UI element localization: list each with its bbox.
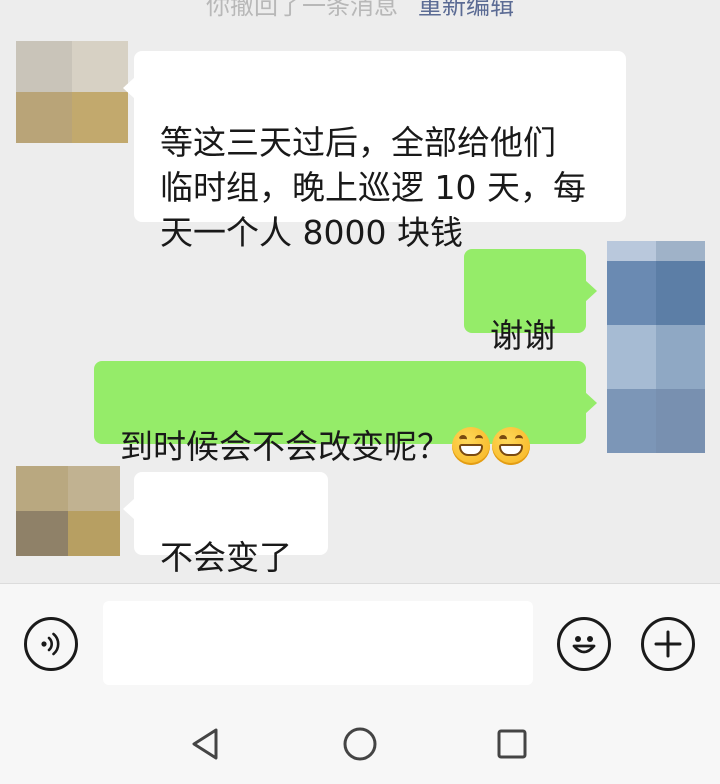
contact-avatar[interactable] — [16, 41, 128, 143]
smiley-face-icon — [572, 636, 596, 654]
re-edit-link[interactable]: 重新编辑 — [418, 0, 514, 20]
grinning-face-icon — [492, 427, 530, 465]
contact-avatar[interactable] — [16, 466, 120, 556]
message-text: 等这三天过后，全部给他们 临时组，晚上巡逻 10 天，每 天一个人 8000 块… — [160, 123, 586, 252]
plus-circle-icon — [654, 630, 682, 658]
message-text: 到时候会不会改变呢？ — [120, 427, 450, 466]
more-functions-button[interactable] — [641, 617, 695, 671]
message-bubble-incoming[interactable]: 等这三天过后，全部给他们 临时组，晚上巡逻 10 天，每 天一个人 8000 块… — [123, 51, 626, 252]
input-bar — [0, 583, 720, 704]
voice-input-icon — [41, 632, 60, 656]
recall-notice: 你撤回了一条消息 重新编辑 — [0, 0, 720, 20]
message-text: 不会变了 — [160, 538, 292, 577]
recall-notice-text: 你撤回了一条消息 — [206, 0, 398, 20]
message-text: 谢谢 — [490, 316, 556, 355]
voice-input-button[interactable] — [24, 617, 78, 671]
message-input[interactable] — [103, 601, 533, 685]
message-bubble-outgoing[interactable]: 到时候会不会改变呢？ — [94, 361, 597, 466]
chat-area[interactable]: 你撤回了一条消息 重新编辑 等这三天过后，全部给他们 临时组，晚上巡逻 10 天，… — [0, 0, 720, 583]
message-bubble-incoming[interactable]: 不会变了 — [123, 472, 328, 577]
grinning-face-icon — [452, 427, 490, 465]
system-navigation-bar — [0, 703, 720, 784]
self-avatar[interactable] — [607, 241, 705, 453]
message-bubble-outgoing[interactable]: 谢谢 — [464, 249, 597, 355]
square-recents-icon[interactable] — [496, 728, 528, 760]
circle-home-icon[interactable] — [342, 726, 378, 762]
triangle-back-icon[interactable] — [189, 726, 221, 762]
emoji-button[interactable] — [557, 617, 611, 671]
